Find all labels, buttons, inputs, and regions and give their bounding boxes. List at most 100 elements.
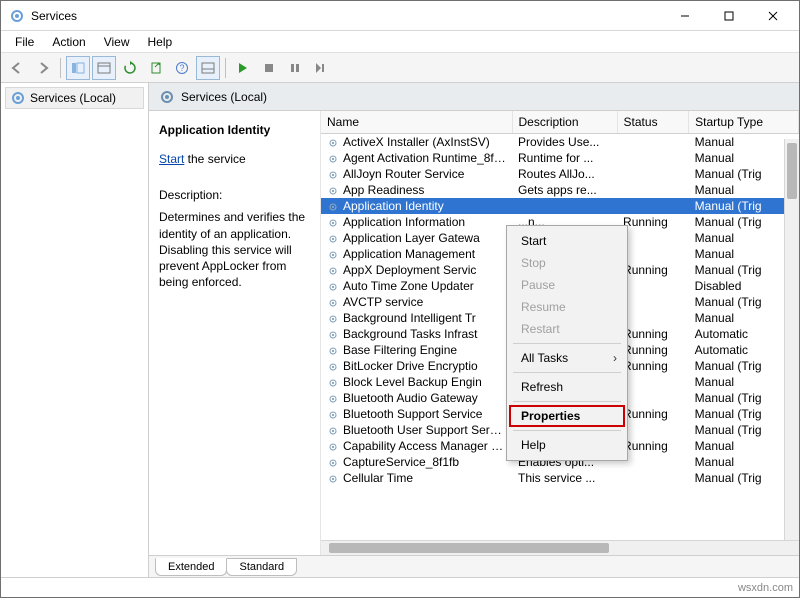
ctx-separator xyxy=(513,372,621,373)
ctx-restart: Restart xyxy=(509,318,625,340)
menu-help[interactable]: Help xyxy=(140,33,181,51)
tab-extended[interactable]: Extended xyxy=(155,558,227,576)
ctx-properties[interactable]: Properties xyxy=(509,405,625,427)
cell-name-text: AllJoyn Router Service xyxy=(343,167,464,181)
ctx-pause: Pause xyxy=(509,274,625,296)
ctx-all-tasks[interactable]: All Tasks xyxy=(509,347,625,369)
console-tree[interactable]: Services (Local) xyxy=(1,83,149,577)
cell-status xyxy=(617,182,689,198)
gear-icon xyxy=(327,137,339,149)
cell-description: This service ... xyxy=(512,470,617,486)
stop-service-button[interactable] xyxy=(257,56,281,80)
table-row[interactable]: ActiveX Installer (AxInstSV)Provides Use… xyxy=(321,134,799,151)
cell-name: Agent Activation Runtime_8f1fb xyxy=(321,150,512,166)
close-button[interactable] xyxy=(751,2,795,30)
start-service-button[interactable] xyxy=(231,56,255,80)
col-startup[interactable]: Startup Type xyxy=(689,111,799,134)
ctx-start[interactable]: Start xyxy=(509,230,625,252)
tree-item-services-local[interactable]: Services (Local) xyxy=(5,87,144,109)
cell-name: App Readiness xyxy=(321,182,512,198)
horizontal-scrollbar-thumb[interactable] xyxy=(329,543,609,553)
cell-name: ActiveX Installer (AxInstSV) xyxy=(321,134,512,151)
cell-name: Application Identity xyxy=(321,198,512,214)
vertical-scrollbar-thumb[interactable] xyxy=(787,143,797,199)
ctx-help[interactable]: Help xyxy=(509,434,625,456)
cell-startup: Manual (Trig xyxy=(689,214,799,230)
cell-startup: Manual (Trig xyxy=(689,294,799,310)
cell-startup: Manual xyxy=(689,182,799,198)
menu-view[interactable]: View xyxy=(96,33,138,51)
table-row[interactable]: Agent Activation Runtime_8f1fbRuntime fo… xyxy=(321,150,799,166)
minimize-button[interactable] xyxy=(663,2,707,30)
help-toolbar-button[interactable]: ? xyxy=(170,56,194,80)
gear-icon xyxy=(327,313,339,325)
detail-body: Application Identity Start the service D… xyxy=(149,111,799,555)
menu-action[interactable]: Action xyxy=(44,33,93,51)
table-row[interactable]: AllJoyn Router Service Routes AllJo... Man… xyxy=(321,166,799,182)
ctx-separator xyxy=(513,401,621,402)
cell-name-text: Agent Activation Runtime_8f1fb xyxy=(343,151,510,165)
cell-startup: Manual (Trig xyxy=(689,198,799,214)
cell-status xyxy=(617,150,689,166)
col-status[interactable]: Status xyxy=(617,111,689,134)
table-row[interactable]: App ReadinessGets apps re... Manual xyxy=(321,182,799,198)
cell-description xyxy=(512,198,617,214)
services-window: Services File Action View Help xyxy=(0,0,800,598)
gear-icon xyxy=(327,185,339,197)
cell-status xyxy=(617,166,689,182)
cell-name: Base Filtering Engine xyxy=(321,342,512,358)
gear-icon xyxy=(327,169,339,181)
export-list-button[interactable] xyxy=(144,56,168,80)
horizontal-scrollbar[interactable] xyxy=(321,540,799,555)
col-name[interactable]: Name xyxy=(321,111,512,134)
table-row[interactable]: Application Identity Manual (Trig xyxy=(321,198,799,214)
cell-name: Bluetooth User Support Service_8f1fb xyxy=(321,422,512,438)
gear-icon xyxy=(327,297,339,309)
properties-toolbar-button[interactable] xyxy=(92,56,116,80)
cell-startup: Manual xyxy=(689,246,799,262)
cell-startup: Disabled xyxy=(689,278,799,294)
back-button[interactable] xyxy=(5,56,29,80)
cell-description: Runtime for ... xyxy=(512,150,617,166)
refresh-button[interactable] xyxy=(118,56,142,80)
menu-file[interactable]: File xyxy=(7,33,42,51)
cell-startup: Automatic xyxy=(689,342,799,358)
tree-item-label: Services (Local) xyxy=(30,91,116,105)
cell-startup: Manual xyxy=(689,438,799,454)
cell-name-text: Background Intelligent Tr xyxy=(343,311,476,325)
cell-name: Background Intelligent Tr xyxy=(321,310,512,326)
details-pane-button[interactable] xyxy=(196,56,220,80)
cell-startup: Manual xyxy=(689,454,799,470)
gear-icon xyxy=(327,377,339,389)
detail-header-title: Services (Local) xyxy=(181,90,267,104)
show-hide-tree-button[interactable] xyxy=(66,56,90,80)
cell-description: Gets apps re... xyxy=(512,182,617,198)
services-app-icon xyxy=(9,8,25,24)
restart-service-button[interactable] xyxy=(309,56,333,80)
cell-description: Routes AllJo... xyxy=(512,166,617,182)
gear-icon xyxy=(327,265,339,277)
description-text: Determines and verifies the identity of … xyxy=(159,209,310,290)
gear-icon xyxy=(327,473,339,485)
cell-name-text: Block Level Backup Engin xyxy=(343,375,482,389)
cell-name: Auto Time Zone Updater xyxy=(321,278,512,294)
forward-button[interactable] xyxy=(31,56,55,80)
maximize-button[interactable] xyxy=(707,2,751,30)
start-service-line: Start the service xyxy=(159,151,310,167)
body: Services (Local) Services (Local) Applic… xyxy=(1,83,799,577)
cell-startup: Manual (Trig xyxy=(689,358,799,374)
gear-icon xyxy=(327,233,339,245)
table-row[interactable]: Cellular TimeThis service ...Manual (Tri… xyxy=(321,470,799,486)
ctx-refresh[interactable]: Refresh xyxy=(509,376,625,398)
pause-service-button[interactable] xyxy=(283,56,307,80)
detail-pane: Services (Local) Application Identity St… xyxy=(149,83,799,577)
cell-name-text: Background Tasks Infrast xyxy=(343,327,478,341)
vertical-scrollbar[interactable] xyxy=(784,139,799,555)
cell-name-text: Base Filtering Engine xyxy=(343,343,457,357)
tab-standard[interactable]: Standard xyxy=(226,558,297,576)
cell-name-text: Application Management xyxy=(343,247,475,261)
cell-startup: Manual (Trig xyxy=(689,166,799,182)
col-description[interactable]: Description xyxy=(512,111,617,134)
cell-name: Bluetooth Audio Gateway xyxy=(321,390,512,406)
start-service-link[interactable]: Start xyxy=(159,152,184,166)
